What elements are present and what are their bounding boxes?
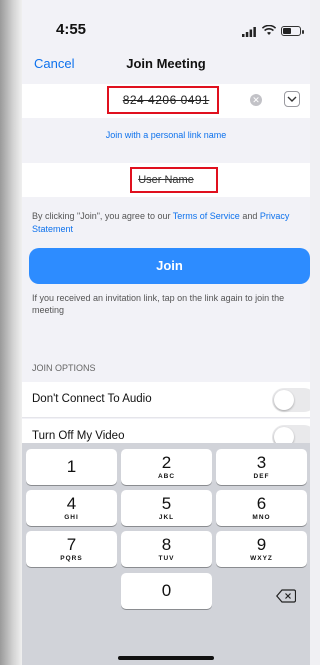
status-time: 4:55 [56,21,87,38]
battery-icon [281,26,304,36]
key-9[interactable]: 9 WXYZ [216,531,307,567]
key-0[interactable]: 0 [121,573,212,609]
option-row-audio[interactable]: Don't Connect To Audio [22,382,310,418]
history-dropdown-button[interactable] [284,91,300,107]
status-bar: 4:55 [22,0,310,44]
key-4[interactable]: 4 GHI [26,490,117,526]
key-3[interactable]: 3 DEF [216,449,307,485]
home-indicator [118,656,214,660]
screen: 4:55 Cancel Join Meeting 824 4206 0491 ✕ [22,0,310,665]
personal-link-button[interactable]: Join with a personal link name [22,130,310,140]
audio-toggle[interactable] [272,388,310,412]
join-button[interactable]: Join [29,248,310,284]
page-title: Join Meeting [126,56,206,71]
clear-icon[interactable]: ✕ [250,94,262,106]
phone-frame: 4:55 Cancel Join Meeting 824 4206 0491 ✕ [0,0,310,665]
user-name-highlight [130,167,218,193]
key-6[interactable]: 6 MNO [216,490,307,526]
key-5[interactable]: 5 JKL [121,490,212,526]
chevron-down-icon [287,96,297,102]
signal-icon [242,27,256,37]
terms-prefix: By clicking "Join", you agree to our [32,211,173,221]
backspace-icon[interactable] [276,589,296,603]
key-7[interactable]: 7 PQRS [26,531,117,567]
meeting-id-highlight [107,86,219,114]
terms-notice: By clicking "Join", you agree to our Ter… [32,210,304,236]
key-8[interactable]: 8 TUV [121,531,212,567]
option-label: Turn Off My Video [32,430,125,442]
terms-and: and [239,211,260,221]
key-1[interactable]: 1 [26,449,117,485]
numeric-keypad: 1 2 ABC 3 DEF 4 GHI 5 JKL 6 MNO 7 PQRS 8 TUV 9W… [22,443,310,665]
device-edge [0,0,22,665]
invite-note: If you received an invitation link, tap … [32,293,285,315]
wifi-icon [262,25,276,35]
option-label: Don't Connect To Audio [32,393,152,405]
join-options-header: JOIN OPTIONS [32,363,96,373]
terms-of-service-link[interactable]: Terms of Service [173,211,240,221]
nav-bar: Cancel Join Meeting [22,50,310,78]
key-2[interactable]: 2 ABC [121,449,212,485]
